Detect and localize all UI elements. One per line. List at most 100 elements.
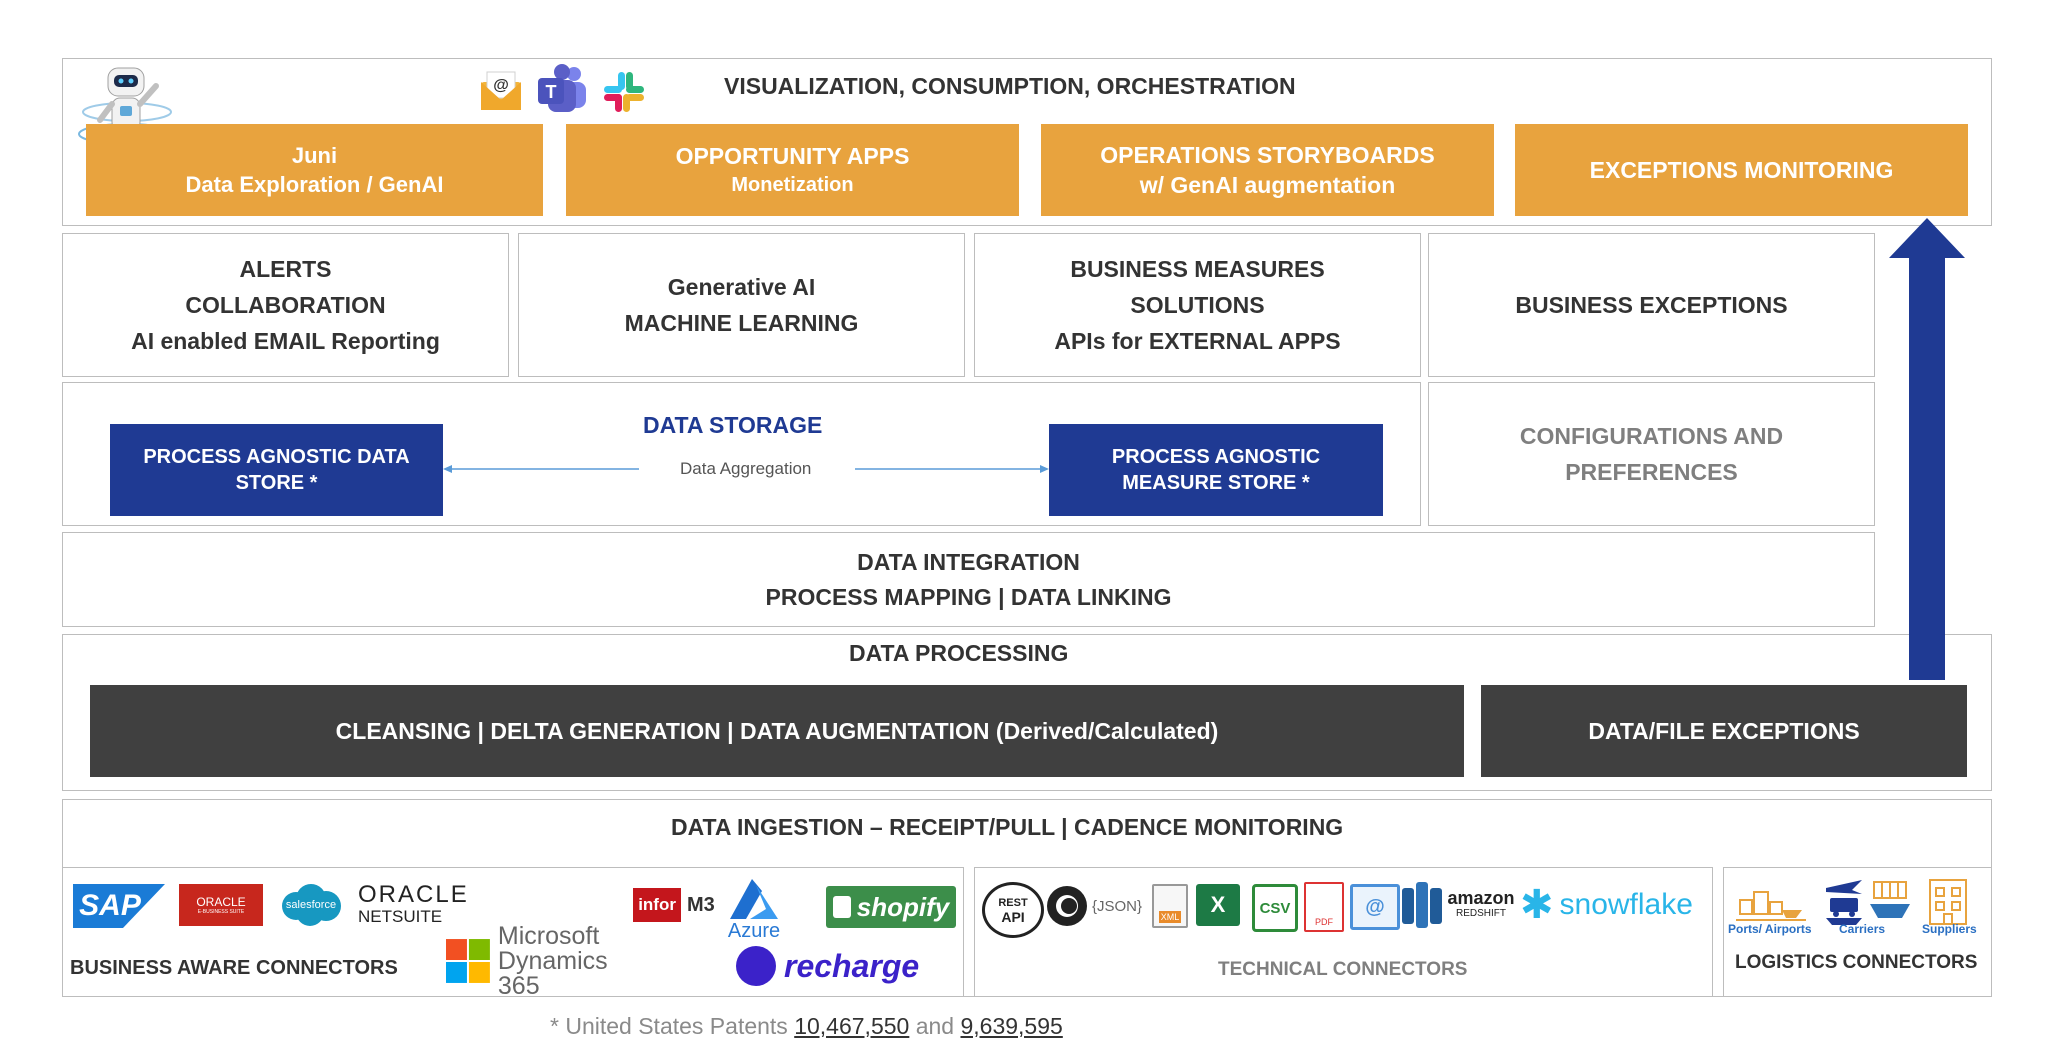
microsoft-text: Microsoft bbox=[497, 921, 600, 950]
microsoft-dynamics-logo: Microsoft Dynamics 365 bbox=[446, 923, 656, 998]
api-text: API bbox=[1001, 909, 1025, 925]
amazon-text: amazon bbox=[1447, 888, 1515, 908]
configurations-line1: CONFIGURATIONS AND bbox=[1519, 423, 1784, 449]
email-reporting-line: AI enabled EMAIL Reporting bbox=[131, 328, 440, 354]
business-exceptions-line: BUSINESS EXCEPTIONS bbox=[1515, 291, 1788, 318]
xml-text: XML bbox=[1158, 911, 1182, 923]
juni-card-subtitle: Data Exploration / GenAI bbox=[185, 172, 444, 197]
azure-text: Azure bbox=[727, 920, 781, 942]
email-at-text: @ bbox=[1365, 895, 1385, 918]
oracle-netsuite-logo: ORACLE NETSUITE bbox=[358, 882, 488, 928]
opportunity-apps-card[interactable]: OPPORTUNITY APPS Monetization bbox=[566, 124, 1019, 216]
operations-storyboards-card[interactable]: OPERATIONS STORYBOARDS w/ GenAI augmenta… bbox=[1041, 124, 1494, 216]
azure-logo: Azure bbox=[722, 878, 786, 942]
salesforce-logo: salesforce bbox=[278, 882, 344, 928]
patent-link-2[interactable]: 9,639,595 bbox=[960, 1013, 1062, 1039]
rest-text: REST bbox=[998, 897, 1028, 909]
operations-storyboards-title: OPERATIONS STORYBOARDS bbox=[1100, 142, 1435, 168]
apis-line: APIs for EXTERNAL APPS bbox=[1054, 328, 1341, 354]
patents-footer: * United States Patents 10,467,550 and 9… bbox=[550, 1013, 1063, 1040]
oracle-netsuite-text: ORACLE bbox=[358, 881, 469, 908]
carriers-label: Carriers bbox=[1839, 922, 1886, 936]
process-agnostic-data-store[interactable]: PROCESS AGNOSTIC DATA STORE * bbox=[110, 424, 443, 516]
juni-card[interactable]: Juni Data Exploration / GenAI bbox=[86, 124, 543, 216]
business-measures-line: BUSINESS MEASURES bbox=[1070, 256, 1325, 282]
data-storage-title: DATA STORAGE bbox=[643, 412, 823, 438]
json-logo-icon bbox=[1045, 884, 1089, 928]
cleansing-text: CLEANSING | DELTA GENERATION | DATA AUGM… bbox=[335, 717, 1219, 744]
salesforce-text: salesforce bbox=[285, 899, 337, 911]
sap-text: SAP bbox=[79, 889, 141, 922]
redshift-icon bbox=[1402, 882, 1442, 928]
data-ingestion-title: DATA INGESTION – RECEIPT/PULL | CADENCE … bbox=[671, 814, 1344, 840]
email-icon: @ bbox=[478, 68, 524, 114]
shopify-text: shopify bbox=[856, 891, 950, 922]
csv-text: CSV bbox=[1259, 899, 1291, 917]
alerts-box: ALERTS COLLABORATION AI enabled EMAIL Re… bbox=[62, 233, 509, 377]
email-connector-icon: @ bbox=[1350, 884, 1400, 930]
infor-m3-logo: infor M3 bbox=[632, 886, 716, 924]
configurations-box: CONFIGURATIONS AND PREFERENCES bbox=[1428, 382, 1875, 526]
data-integration-title: DATA INTEGRATION bbox=[857, 548, 1080, 575]
measure-store-line2: MEASURE STORE * bbox=[1122, 472, 1310, 494]
excel-text: X bbox=[1210, 892, 1226, 917]
oracle-ebs-logo: ORACLE E-BUSINESS SUITE bbox=[179, 884, 263, 926]
logistics-connectors-label: LOGISTICS CONNECTORS bbox=[1735, 952, 1978, 973]
excel-icon: X bbox=[1196, 884, 1240, 926]
sap-logo: SAP bbox=[73, 884, 165, 928]
redshift-text: REDSHIFT bbox=[1456, 908, 1506, 919]
visualization-title: VISUALIZATION, CONSUMPTION, ORCHESTRATIO… bbox=[724, 73, 1296, 99]
netsuite-text: NETSUITE bbox=[358, 907, 443, 926]
process-mapping-line: PROCESS MAPPING | DATA LINKING bbox=[765, 583, 1172, 610]
carrier-ship-icon bbox=[1868, 878, 1912, 926]
patents-prefix: * United States Patents bbox=[550, 1013, 788, 1039]
slack-icon bbox=[600, 68, 648, 116]
business-measures-box: BUSINESS MEASURES SOLUTIONS APIs for EXT… bbox=[974, 233, 1421, 377]
data-store-line2: STORE * bbox=[235, 472, 318, 494]
snowflake-icon: ✱ bbox=[1520, 883, 1554, 927]
svg-text:@: @ bbox=[493, 77, 509, 94]
recharge-icon bbox=[736, 946, 776, 986]
ml-line: MACHINE LEARNING bbox=[624, 310, 859, 336]
pdf-file-icon: PDF bbox=[1304, 882, 1344, 932]
teams-icon: T bbox=[534, 62, 590, 118]
shopify-logo: shopify bbox=[826, 886, 956, 928]
snowflake-text: snowflake bbox=[1559, 888, 1693, 921]
infor-text: infor bbox=[633, 888, 681, 922]
patent-link-1[interactable]: 10,467,550 bbox=[794, 1013, 909, 1039]
opportunity-apps-title: OPPORTUNITY APPS bbox=[675, 143, 910, 169]
json-text-logo: {JSON} bbox=[1091, 897, 1143, 915]
opportunity-apps-subtitle: Monetization bbox=[731, 174, 854, 196]
shopify-bag-icon bbox=[832, 896, 851, 918]
oracle-ebs-sub: E-BUSINESS SUITE bbox=[197, 909, 245, 915]
xml-file-icon: XML bbox=[1152, 884, 1188, 928]
m3-text: M3 bbox=[686, 893, 715, 916]
aggregation-label: Data Aggregation bbox=[680, 459, 812, 478]
exceptions-monitoring-card[interactable]: EXCEPTIONS MONITORING bbox=[1515, 124, 1968, 216]
data-integration-box: DATA INTEGRATION PROCESS MAPPING | DATA … bbox=[62, 532, 1875, 627]
oracle-ebs-text: ORACLE bbox=[196, 895, 246, 909]
solutions-line: SOLUTIONS bbox=[1130, 292, 1265, 318]
snowflake-logo: ✱ snowflake bbox=[1520, 884, 1706, 926]
process-agnostic-measure-store[interactable]: PROCESS AGNOSTIC MEASURE STORE * bbox=[1049, 424, 1383, 516]
genai-box: Generative AI MACHINE LEARNING bbox=[518, 233, 965, 377]
configurations-line2: PREFERENCES bbox=[1565, 459, 1738, 485]
suppliers-label: Suppliers bbox=[1922, 922, 1977, 936]
data-file-exceptions-bar: DATA/FILE EXCEPTIONS bbox=[1481, 685, 1967, 777]
technical-connectors-label: TECHNICAL CONNECTORS bbox=[1218, 959, 1468, 980]
data-store-line1: PROCESS AGNOSTIC DATA bbox=[143, 446, 410, 468]
cleansing-bar: CLEANSING | DELTA GENERATION | DATA AUGM… bbox=[90, 685, 1464, 777]
rest-api-icon: REST API bbox=[982, 882, 1044, 938]
alerts-line: ALERTS bbox=[239, 256, 332, 282]
port-icon bbox=[1736, 880, 1806, 924]
supplier-icon bbox=[1926, 876, 1970, 926]
business-connectors-label: BUSINESS AWARE CONNECTORS bbox=[70, 957, 398, 979]
dynamics-text: Dynamics 365 bbox=[497, 946, 608, 1000]
genai-line: Generative AI bbox=[667, 274, 816, 300]
csv-file-icon: CSV bbox=[1252, 884, 1298, 932]
juni-card-title: Juni bbox=[291, 143, 338, 168]
aggregation-arrow-right bbox=[855, 462, 1049, 476]
operations-storyboards-subtitle: w/ GenAI augmentation bbox=[1139, 172, 1396, 198]
svg-text:T: T bbox=[546, 82, 557, 102]
patents-and: and bbox=[915, 1013, 955, 1039]
